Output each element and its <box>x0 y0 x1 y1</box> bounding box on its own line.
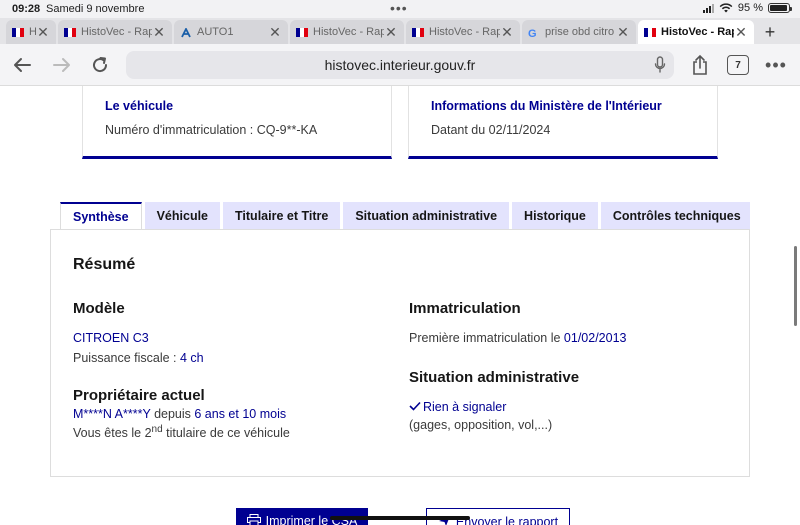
home-indicator[interactable] <box>330 516 470 520</box>
browser-tab[interactable]: Histo✕ <box>6 20 56 44</box>
ministry-date: Datant du 02/11/2024 <box>431 123 551 137</box>
browser-toolbar: histovec.interieur.gouv.fr 7 ••• <box>0 44 800 86</box>
tab-count: 7 <box>727 55 749 75</box>
back-button[interactable] <box>10 53 34 77</box>
browser-tab[interactable]: HistoVec - Rap ✕ <box>290 20 404 44</box>
owner-heading: Propriétaire actuel <box>73 387 205 404</box>
browser-tab[interactable]: HistoVec - Rap ✕ <box>406 20 520 44</box>
flag-icon <box>12 27 24 37</box>
url-bar[interactable]: histovec.interieur.gouv.fr <box>126 51 674 79</box>
summary-panel: Résumé Modèle CITROEN C3 Puissance fisca… <box>50 229 750 477</box>
page-scrollbar[interactable] <box>794 246 797 326</box>
close-tab-icon[interactable]: ✕ <box>384 24 398 41</box>
owner-line: M****N A****Y depuis 6 ans et 10 mois <box>73 407 286 421</box>
browser-tab[interactable]: HistoVec - Rap ✕ <box>58 20 172 44</box>
summary-heading: Résumé <box>73 256 136 273</box>
registration-number: Numéro d'immatriculation : CQ-9**-KA <box>105 123 318 137</box>
flag-icon <box>64 27 76 37</box>
flag-icon <box>644 27 656 37</box>
report-tab[interactable]: Contrôles techniques <box>600 202 750 230</box>
microphone-icon[interactable] <box>654 56 666 77</box>
browser-tab[interactable]: AUTO1 ✕ <box>174 20 288 44</box>
browser-tab-strip: Histo✕HistoVec - Rap✕AUTO1✕HistoVec - Ra… <box>0 18 800 44</box>
browser-tab[interactable]: HistoVec - Rap ✕ <box>638 20 754 44</box>
share-button[interactable] <box>688 53 712 77</box>
fiscal-power: Puissance fiscale : 4 ch <box>73 351 204 365</box>
ministry-card: Informations du Ministère de l'Intérieur… <box>408 86 718 159</box>
close-tab-icon[interactable]: ✕ <box>734 24 748 41</box>
fiscal-power-value: 4 ch <box>180 351 204 365</box>
close-tab-icon[interactable]: ✕ <box>268 24 282 41</box>
owner-since-label: depuis <box>150 407 195 421</box>
new-tab-button[interactable]: + <box>758 20 782 44</box>
owner-rank: Vous êtes le 2nd titulaire de ce véhicul… <box>73 424 290 440</box>
browser-tab-title: HistoVec - Rap <box>81 26 152 38</box>
owner-name: M****N A****Y <box>73 407 151 421</box>
browser-tab[interactable]: Gprise obd citro ✕ <box>522 20 636 44</box>
page-content: Le véhicule Numéro d'immatriculation : C… <box>0 86 800 525</box>
printer-icon <box>246 514 261 525</box>
more-menu-icon[interactable]: ••• <box>764 53 788 77</box>
browser-tab-title: HistoVec - Rap <box>661 26 734 38</box>
tab-overview-button[interactable]: 7 <box>726 53 750 77</box>
browser-tab-title: prise obd citro <box>545 26 615 38</box>
status-date: Samedi 9 novembre <box>46 3 145 15</box>
ministry-card-title: Informations du Ministère de l'Intérieur <box>431 99 662 113</box>
owner-rank-sup: nd <box>151 424 163 435</box>
status-time: 09:28 <box>12 3 41 15</box>
registration-heading: Immatriculation <box>409 300 521 317</box>
flag-icon <box>296 27 308 37</box>
owner-duration: 6 ans et 10 mois <box>194 407 287 421</box>
report-tabs: Synthèse Véhicule Titulaire et Titre Situat… <box>60 202 750 230</box>
admin-status-text: Rien à signaler <box>423 400 507 414</box>
multitask-dots-icon[interactable]: ••• <box>390 0 408 16</box>
vehicle-card: Le véhicule Numéro d'immatriculation : C… <box>82 86 392 159</box>
check-icon <box>409 401 421 411</box>
fiscal-power-label: Puissance fiscale : <box>73 351 180 365</box>
signal-icon <box>702 3 714 13</box>
close-tab-icon[interactable]: ✕ <box>152 24 166 41</box>
first-registration-date: 01/02/2013 <box>563 331 627 345</box>
vehicle-card-title: Le véhicule <box>105 99 174 113</box>
arrow-right-icon <box>53 58 70 72</box>
owner-rank-suffix: titulaire de ce véhicule <box>162 426 290 441</box>
first-registration-label: Première immatriculation le <box>409 331 564 345</box>
share-icon <box>693 54 707 75</box>
admin-status-details: (gages, opposition, vol,...) <box>409 418 553 432</box>
report-tab[interactable]: Situation administrative <box>343 202 510 230</box>
forward-button[interactable] <box>50 53 74 77</box>
browser-tab-title: Histo <box>29 26 36 38</box>
flag-icon <box>412 27 424 37</box>
browser-tab-title: AUTO1 <box>197 26 234 38</box>
report-tab[interactable]: Historique <box>512 202 598 230</box>
battery-icon <box>768 3 792 13</box>
browser-tab-title: HistoVec - Rap <box>313 26 384 38</box>
google-icon: G <box>528 27 537 40</box>
reload-icon <box>93 57 108 73</box>
close-tab-icon[interactable]: ✕ <box>500 24 514 41</box>
model-heading: Modèle <box>73 300 125 317</box>
wifi-icon <box>719 3 733 13</box>
url-text: histovec.interieur.gouv.fr <box>324 57 476 73</box>
report-tab[interactable]: Synthèse <box>60 202 142 230</box>
first-registration: Première immatriculation le 01/02/2013 <box>409 331 626 345</box>
close-tab-icon[interactable]: ✕ <box>36 24 50 41</box>
admin-status: Rien à signaler <box>409 400 506 414</box>
send-report-label: Envoyer le rapport <box>455 515 559 525</box>
battery-percent: 95 % <box>737 2 763 14</box>
report-tab[interactable]: Titulaire et Titre <box>223 202 341 230</box>
owner-rank-prefix: Vous êtes le 2 <box>73 426 152 441</box>
model-name: CITROEN C3 <box>73 331 149 345</box>
status-bar: 09:28 Samedi 9 novembre ••• 95 % <box>0 0 800 18</box>
admin-status-heading: Situation administrative <box>409 369 580 386</box>
browser-tab-title: HistoVec - Rap <box>429 26 500 38</box>
arrow-left-icon <box>14 58 31 72</box>
reload-button[interactable] <box>88 53 112 77</box>
close-tab-icon[interactable]: ✕ <box>616 24 630 41</box>
report-tab[interactable]: Véhicule <box>144 202 221 230</box>
auto1-icon <box>180 27 192 37</box>
